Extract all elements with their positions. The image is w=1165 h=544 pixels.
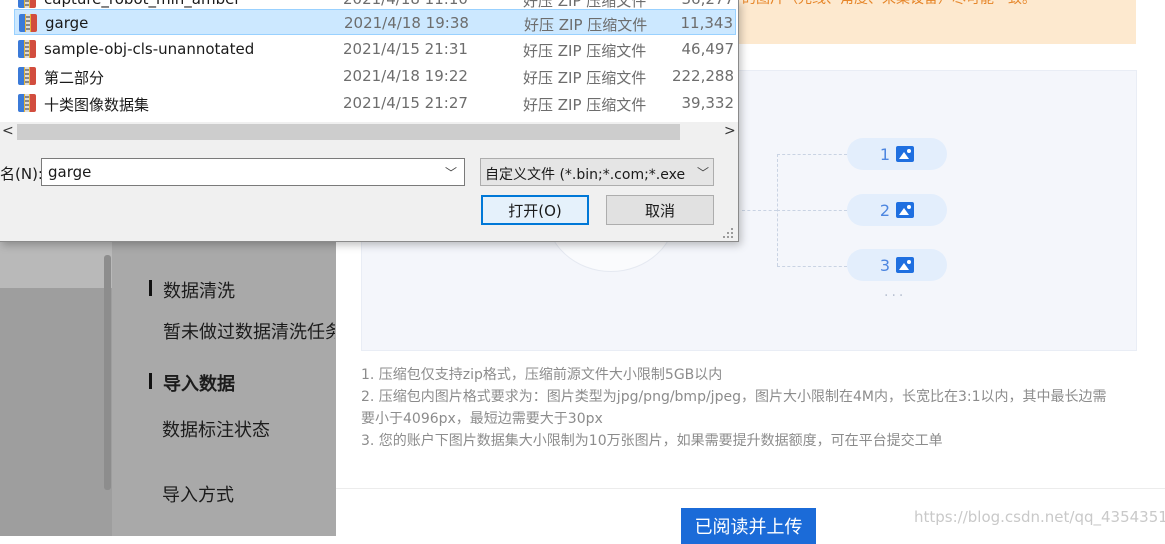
file-type: 好压 ZIP 压缩文件 — [523, 42, 647, 60]
divider — [336, 488, 1165, 489]
filename-label: 名(N): — [0, 165, 43, 183]
cancel-button[interactable]: 取消 — [606, 195, 714, 225]
file-size: 46,497 — [681, 40, 735, 58]
file-name: 十类图像数据集 — [44, 96, 150, 114]
zip-file-icon — [18, 40, 36, 58]
file-name: sample-obj-cls-unannotated — [44, 40, 255, 58]
file-date: 2021/4/15 21:27 — [343, 94, 468, 112]
image-item-number: 1 — [879, 144, 891, 164]
file-size: 11,343 — [680, 14, 734, 32]
read-and-upload-button[interactable]: 已阅读并上传 — [681, 508, 816, 544]
data-cleaning-note: 暂未做过数据清洗任务 — [163, 322, 335, 343]
file-type: 好压 ZIP 压缩文件 — [524, 16, 648, 34]
section-data-cleaning: 数据清洗 — [163, 281, 235, 302]
image-item-number: 3 — [879, 255, 891, 275]
file-date: 2021/4/15 21:31 — [343, 40, 468, 58]
image-icon — [896, 202, 915, 218]
file-row-selected[interactable]: garge 2021/4/18 19:38 好压 ZIP 压缩文件 11,343 — [14, 9, 736, 35]
sidebar-scrollbar[interactable] — [104, 255, 111, 490]
requirement-note: 要小于4096px，最短边需要大于30px — [361, 411, 603, 427]
file-row[interactable]: sample-obj-cls-unannotated 2021/4/15 21:… — [14, 36, 736, 62]
connector-line — [742, 210, 777, 211]
resize-grip-icon[interactable] — [722, 227, 736, 239]
label-annotation-status: 数据标注状态 — [162, 420, 270, 441]
label-import-method: 导入方式 — [162, 485, 234, 506]
file-size: 36,277 — [682, 0, 735, 8]
requirement-note: 2. 压缩包内图片格式要求为：图片类型为jpg/png/bmp/jpeg，图片大… — [361, 389, 1107, 405]
file-date: 2021/4/18 11:10 — [343, 0, 468, 8]
filename-input[interactable] — [41, 158, 465, 186]
file-name: 第二部分 — [44, 69, 105, 87]
file-name: garge — [45, 14, 89, 32]
more-dots: ··· — [884, 288, 907, 304]
open-button[interactable]: 打开(O) — [481, 195, 589, 225]
scroll-right-icon[interactable]: > — [724, 123, 736, 139]
file-row[interactable]: 第二部分 2021/4/18 19:22 好压 ZIP 压缩文件 222,288 — [14, 63, 736, 89]
file-type-select[interactable]: 自定义文件 (*.bin;*.com;*.exe ﹀ — [480, 158, 714, 186]
requirement-note: 3. 您的账户下图片数据集大小限制为10万张图片，如果需要提升数据额度，可在平台… — [361, 433, 943, 449]
connector-line — [777, 266, 847, 267]
file-size: 222,288 — [671, 67, 734, 85]
file-name: capture_robot_min_amber — [44, 0, 241, 8]
image-item-pill: 2 — [847, 194, 947, 226]
file-date: 2021/4/18 19:22 — [343, 67, 468, 85]
image-icon — [896, 146, 915, 162]
sidebar-strip — [0, 240, 112, 288]
requirement-note: 1. 压缩包仅支持zip格式，压缩前源文件大小限制5GB以内 — [361, 367, 723, 383]
zip-file-icon — [18, 0, 36, 8]
zip-file-icon — [19, 14, 37, 32]
file-type: 好压 ZIP 压缩文件 — [523, 96, 647, 114]
file-size: 39,332 — [681, 94, 735, 112]
image-icon — [896, 257, 915, 273]
watermark: https://blog.csdn.net/qq_43543515 — [914, 508, 1165, 526]
scrollbar-thumb[interactable] — [17, 124, 680, 140]
file-row[interactable]: 十类图像数据集 2021/4/15 21:27 好压 ZIP 压缩文件 39,3… — [14, 90, 736, 116]
file-type: 好压 ZIP 压缩文件 — [523, 69, 647, 87]
scroll-left-icon[interactable]: < — [2, 123, 14, 139]
connector-line — [777, 154, 847, 155]
file-type-select-value: 自定义文件 (*.bin;*.com;*.exe — [485, 167, 686, 183]
file-date: 2021/4/18 19:38 — [344, 14, 469, 32]
zip-file-icon — [18, 67, 36, 85]
section-marker — [149, 373, 152, 389]
image-item-pill: 1 — [847, 138, 947, 170]
connector-line — [777, 210, 847, 211]
resize-grip-glyph — [723, 228, 733, 238]
chevron-down-icon[interactable]: ﹀ — [445, 164, 457, 181]
image-item-pill: 3 — [847, 249, 947, 281]
section-marker — [149, 280, 152, 296]
section-import-data: 导入数据 — [163, 374, 235, 395]
zip-file-icon — [18, 94, 36, 112]
image-item-number: 2 — [879, 200, 891, 220]
notice-text: 的图片（光线、角度、采集设备）尽可能一致。 — [742, 0, 1036, 8]
chevron-down-icon: ﹀ — [693, 164, 709, 181]
